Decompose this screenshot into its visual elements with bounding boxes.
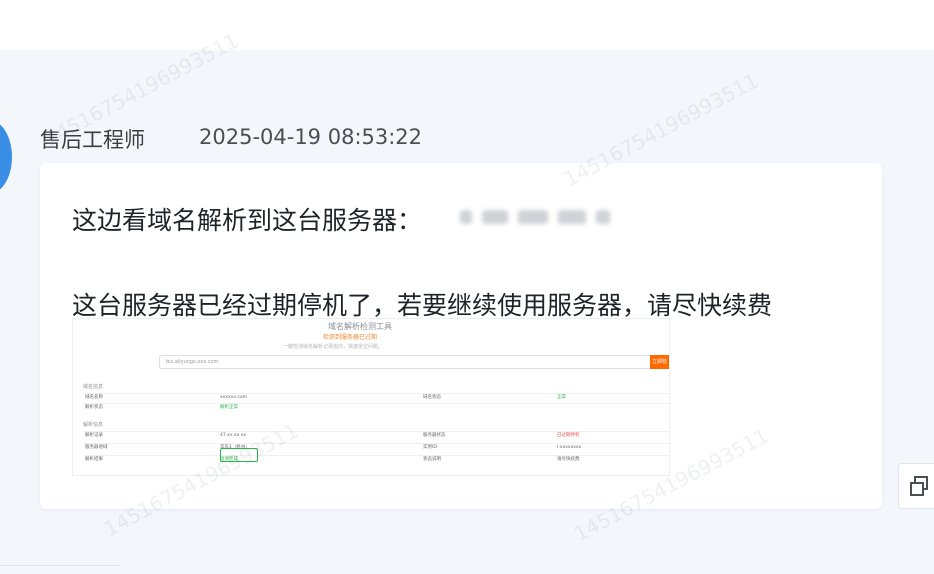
copy-button[interactable] [898,463,934,509]
embed-section-title: 解析信息 [83,422,104,428]
sender-name: 售后工程师 [40,128,145,152]
divider [0,565,120,566]
embed-highlight-box [220,448,258,462]
embed-notice: 检测到服务器已过期 [323,334,378,341]
embed-section-title: 域名信息 [83,384,104,390]
embed-row: 域名名称 xxxxxx.com 域名状态 正常 [83,393,669,402]
copy-icon [910,476,928,496]
embed-subnote: 一键检测域名解析记录指向，快速定位问题。 [283,344,384,350]
embed-row: 解析记录 47.xx.xx.xx 服务器状态 已过期停机 [83,431,669,440]
embed-search-input: biz.aliyungs.xxx.com [159,355,653,369]
embed-title: 域名解析检测工具 [328,322,392,331]
message-timestamp: 2025-04-19 08:53:22 [199,125,423,149]
blurred-ip-address [460,207,630,227]
embed-row: 解析结果 检测完成 状态说明 请尽快续费 [83,455,669,464]
message-line-2: 这台服务器已经过期停机了，若要继续使用服务器，请尽快续费 [72,291,773,320]
top-bar [0,0,934,50]
embed-row: 服务器地域 华东1（杭州） 实例ID i-xxxxxxxx [83,443,669,452]
message-bubble: 这边看域名解析到这台服务器： 这台服务器已经过期停机了，若要继续使用服务器，请尽… [40,163,882,509]
embed-row: 解析状态 解析正常 [83,403,669,412]
embed-search-button: 立即检测 [650,355,669,379]
avatar[interactable] [0,120,12,194]
embedded-screenshot[interactable]: 域名解析检测工具 检测到服务器已过期 一键检测域名解析记录指向，快速定位问题。 … [72,318,670,476]
message-line-1: 这边看域名解析到这台服务器： [72,206,423,235]
